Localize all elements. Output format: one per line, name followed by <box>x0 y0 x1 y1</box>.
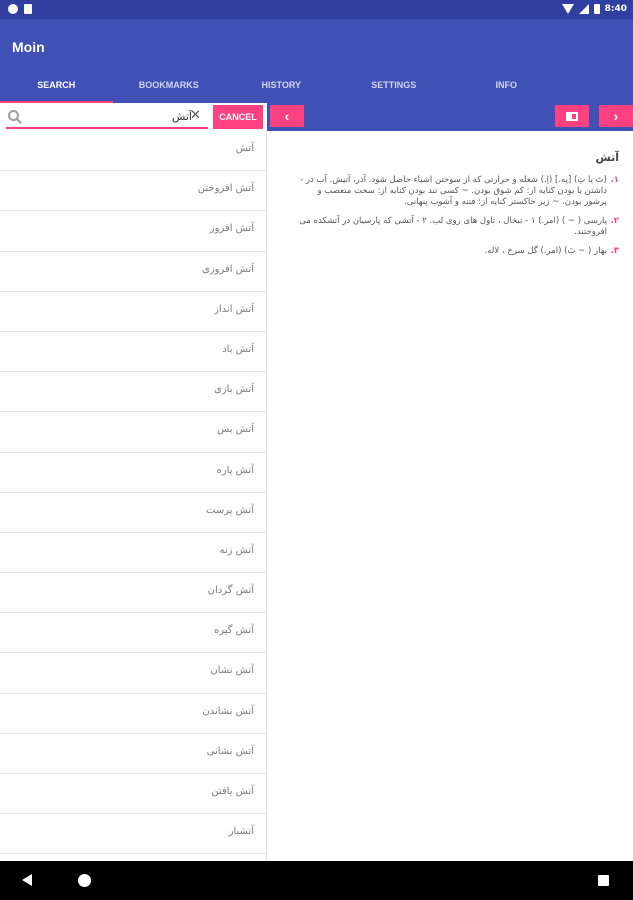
list-item[interactable]: آتش انداز <box>0 292 266 332</box>
definition-title: آتش <box>595 151 619 164</box>
signal-icon <box>578 4 589 14</box>
definition-toolbar: ‹ › <box>267 103 633 131</box>
tab-bar: SEARCH BOOKMARKS HISTORY SETTINGS INFO <box>0 75 633 103</box>
list-item[interactable]: آتش نشاندن <box>0 694 266 734</box>
back-icon[interactable] <box>22 874 32 886</box>
list-item[interactable]: آتش پرست <box>0 493 266 533</box>
settings-notification-icon <box>8 4 18 14</box>
bookmark-button[interactable] <box>555 105 589 127</box>
app-title: Moin <box>12 39 45 55</box>
wifi-icon <box>561 4 574 14</box>
list-item[interactable]: آتش افروز <box>0 211 266 252</box>
battery-icon <box>593 4 600 14</box>
list-item[interactable]: آتش گردان <box>0 573 266 614</box>
status-time: 8:40 <box>604 4 627 14</box>
list-item[interactable]: آتش نشان <box>0 653 266 694</box>
list-item[interactable]: آتشبار <box>0 814 266 855</box>
definition-number: ۳. <box>610 246 619 256</box>
app-bar: Moin SEARCH BOOKMARKS HISTORY SETTINGS I… <box>0 19 633 103</box>
list-item[interactable]: آتش باد <box>0 332 266 373</box>
search-input[interactable] <box>6 105 208 129</box>
list-item[interactable]: آتش افروختن <box>0 171 266 212</box>
definition-item: ۱. (تَ یا تِ) [په.] (اِ.) شعله و حرارتی … <box>297 175 619 208</box>
clear-icon[interactable]: ✕ <box>190 109 201 122</box>
list-item[interactable]: آتش افروزی <box>0 252 266 292</box>
tab-history[interactable]: HISTORY <box>225 75 338 103</box>
next-button[interactable]: › <box>599 105 633 127</box>
list-item[interactable]: آتش پاره <box>0 453 266 493</box>
cancel-button[interactable]: CANCEL <box>213 105 263 129</box>
tab-bookmarks[interactable]: BOOKMARKS <box>113 75 226 103</box>
definition-text: پارسی ( ~ ) (امر.) ۱ - تبخال ، تاول های … <box>299 216 607 237</box>
home-icon[interactable] <box>78 874 91 887</box>
definition-list: ۱. (تَ یا تِ) [په.] (اِ.) شعله و حرارتی … <box>297 175 619 265</box>
list-item[interactable]: آتش زنه <box>0 533 266 574</box>
book-icon <box>566 112 578 121</box>
list-item[interactable]: آتش بازی <box>0 372 266 413</box>
definition-text: بهار ( ~ بَ) (امر.) گل سرخ ، لاله. <box>484 246 607 256</box>
definition-number: ۱. <box>610 175 619 185</box>
definition-text: (تَ یا تِ) [په.] (اِ.) شعله و حرارتی که … <box>300 175 607 207</box>
definition-item: ۲. پارسی ( ~ ) (امر.) ۱ - تبخال ، تاول ه… <box>297 216 619 238</box>
list-item[interactable]: آتش نشانی <box>0 734 266 774</box>
list-item[interactable]: آتش بس <box>0 412 266 453</box>
tab-info[interactable]: INFO <box>450 75 563 103</box>
definition-number: ۲. <box>610 216 619 226</box>
search-bar: ✕ CANCEL <box>0 103 267 131</box>
list-item[interactable]: آتش یافتن <box>0 774 266 815</box>
definition-item: ۳. بهار ( ~ بَ) (امر.) گل سرخ ، لاله. <box>297 246 619 257</box>
tab-search[interactable]: SEARCH <box>0 75 113 103</box>
list-item[interactable]: آتش گیره <box>0 613 266 654</box>
tab-settings[interactable]: SETTINGS <box>338 75 451 103</box>
status-bar: 8:40 <box>0 0 633 19</box>
previous-button[interactable]: ‹ <box>270 105 304 127</box>
recent-apps-icon[interactable] <box>598 875 609 886</box>
list-item[interactable]: آتش <box>0 131 266 172</box>
search-icon <box>8 110 19 121</box>
definition-panel: آتش ۱. (تَ یا تِ) [په.] (اِ.) شعله و حرا… <box>267 131 633 861</box>
navigation-bar <box>0 861 633 900</box>
document-notification-icon <box>24 4 32 14</box>
word-list: آتش آتش افروختن آتش افروز آتش افروزی آتش… <box>0 131 267 861</box>
